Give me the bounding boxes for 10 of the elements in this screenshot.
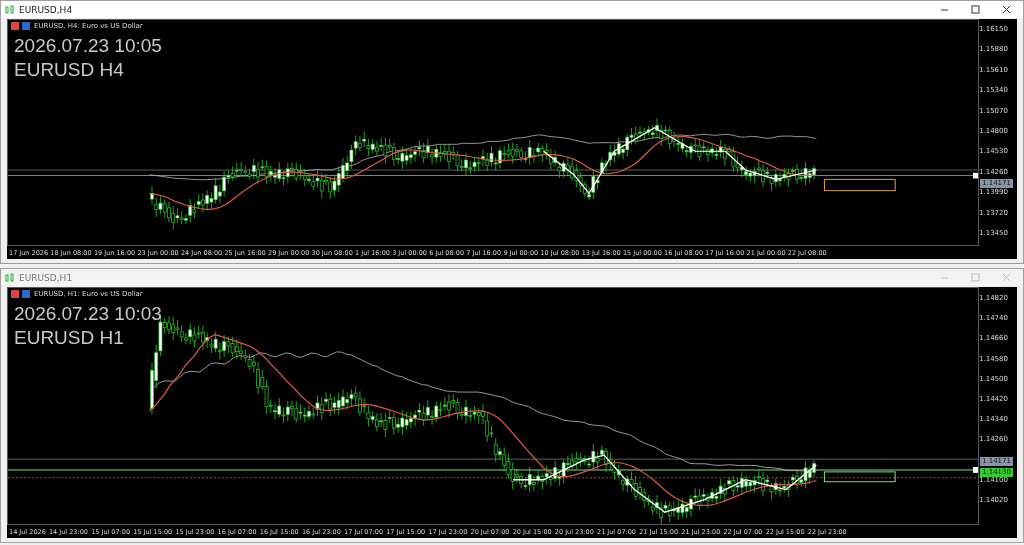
maximize-icon — [970, 273, 980, 282]
close-icon — [1001, 5, 1011, 14]
chart-overlay-text: EURUSD H4 — [14, 58, 125, 82]
chart-overlay-text: 2026.07.23 10:03 — [14, 302, 162, 326]
chart-overlay-text: 2026.07.23 10:05 — [14, 34, 162, 58]
chart-overlay-text: EURUSD H1 — [14, 326, 125, 350]
window-title: EURUSD,H1 — [19, 272, 74, 283]
maximize-icon — [970, 5, 980, 14]
close-icon — [1001, 273, 1011, 282]
window-title: EURUSD,H4 — [19, 4, 74, 15]
